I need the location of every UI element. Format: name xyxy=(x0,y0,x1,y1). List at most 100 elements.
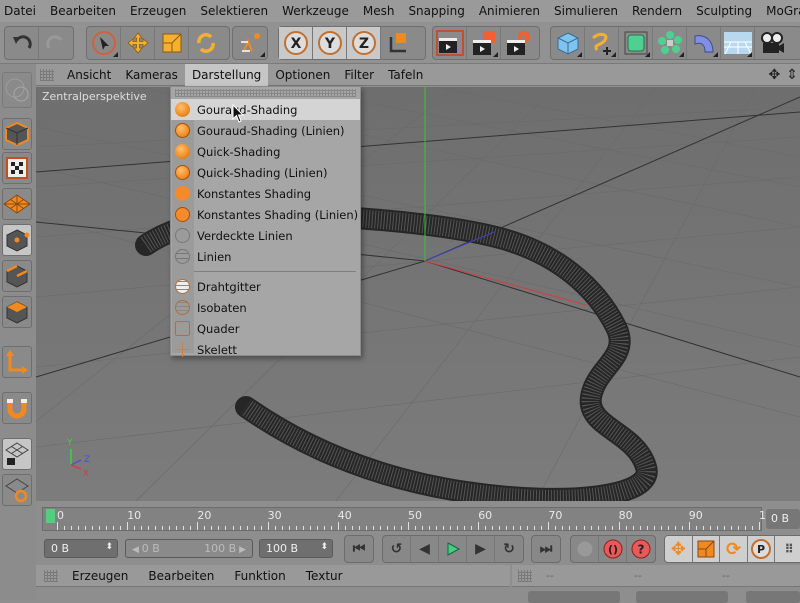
timeline-ruler[interactable]: 0102030405060708090100 xyxy=(42,507,780,531)
redo-button[interactable] xyxy=(39,27,73,59)
axis-mode-button[interactable] xyxy=(2,346,32,378)
material-menu-funktion[interactable]: Funktion xyxy=(224,569,295,583)
key-position-button[interactable]: ✥ xyxy=(665,536,693,562)
object-mode-button[interactable] xyxy=(2,118,32,150)
key-pla-button[interactable]: ⠿ xyxy=(775,536,800,562)
menu-erzeugen[interactable]: Erzeugen xyxy=(130,4,186,18)
3d-viewport[interactable]: Y Z X xyxy=(36,87,800,501)
spline-button[interactable] xyxy=(585,27,619,59)
key-rotation-button[interactable]: ⟳ xyxy=(720,536,748,562)
menu-item-quick-shading[interactable]: Quick-Shading xyxy=(171,141,360,162)
edges-mode-button[interactable] xyxy=(2,260,32,292)
end-frame-field[interactable]: 100 B ⬍ xyxy=(259,539,333,558)
menu-item-gouraud-shading-lines[interactable]: Gouraud-Shading (Linien) xyxy=(171,120,360,141)
viewport-move-icon[interactable]: ✥ xyxy=(769,67,781,83)
menu-item-quick-shading-lines[interactable]: Quick-Shading (Linien) xyxy=(171,162,360,183)
render-picture-viewer-button[interactable] xyxy=(467,27,501,59)
menu-werkzeuge[interactable]: Werkzeuge xyxy=(282,4,349,18)
model-mode-icon xyxy=(5,78,29,102)
menu-rendern[interactable]: Rendern xyxy=(632,4,682,18)
material-menu-textur[interactable]: Textur xyxy=(296,569,353,583)
menu-item-box[interactable]: Quader xyxy=(171,318,360,339)
menu-item-skeleton[interactable]: Skelett xyxy=(171,339,360,360)
drag-handle[interactable] xyxy=(518,569,532,582)
menu-item-lines[interactable]: Linien xyxy=(171,246,360,267)
viewport-zoom-icon[interactable]: ⇕ xyxy=(786,67,798,83)
move-tool-button[interactable] xyxy=(121,27,155,59)
menu-bearbeiten[interactable]: Bearbeiten xyxy=(50,4,116,18)
menu-mograph[interactable]: MoGraph xyxy=(766,4,800,18)
render-settings-button[interactable] xyxy=(501,27,535,59)
viewport-menu-optionen[interactable]: Optionen xyxy=(268,64,337,86)
menu-item-wireframe[interactable]: Drahtgitter xyxy=(171,276,360,297)
coord-h-rotation-field[interactable] xyxy=(746,591,800,603)
menu-item-isoparms[interactable]: Isobaten xyxy=(171,297,360,318)
menu-mesh[interactable]: Mesh xyxy=(363,4,395,18)
polygons-mode-button[interactable] xyxy=(2,296,32,328)
current-frame-field[interactable]: 0 B xyxy=(766,509,800,529)
preview-range-slider[interactable]: ◀ 0 B 100 B ▶ xyxy=(125,539,253,558)
drag-handle[interactable] xyxy=(40,68,54,81)
live-selection-button[interactable] xyxy=(233,27,267,59)
start-frame-field[interactable]: 0 B ⬍ xyxy=(44,539,118,558)
material-menu-bearbeiten[interactable]: Bearbeiten xyxy=(138,569,224,583)
menu-snapping[interactable]: Snapping xyxy=(408,4,464,18)
cloner-button[interactable] xyxy=(653,27,687,59)
prev-key-button[interactable]: ↺ xyxy=(383,536,411,562)
menu-item-hidden-line[interactable]: Verdeckte Linien xyxy=(171,225,360,246)
grid-sync-button[interactable] xyxy=(2,474,32,506)
record-keys-button[interactable] xyxy=(571,536,599,562)
history-group xyxy=(4,26,74,60)
dropdown-tearoff-handle[interactable] xyxy=(175,89,356,97)
menu-selektieren[interactable]: Selektieren xyxy=(200,4,268,18)
goto-start-button[interactable]: ⏮ xyxy=(345,536,373,562)
scale-tool-button[interactable] xyxy=(155,27,189,59)
z-axis-lock-button[interactable]: Z xyxy=(347,27,381,59)
grid-lock-button[interactable] xyxy=(2,438,32,470)
x-axis-lock-button[interactable]: X xyxy=(279,27,313,59)
menu-item-constant-shading[interactable]: Konstantes Shading xyxy=(171,183,360,204)
viewport-menu-darstellung[interactable]: Darstellung xyxy=(184,63,269,86)
viewport-menu-ansicht[interactable]: Ansicht xyxy=(60,64,118,86)
subdivision-button[interactable] xyxy=(619,27,653,59)
keyframe-selection-button[interactable]: ? xyxy=(627,536,655,562)
material-menu-erzeugen[interactable]: Erzeugen xyxy=(62,569,138,583)
floor-button[interactable] xyxy=(721,27,755,59)
timeline-minor-tick xyxy=(702,526,704,530)
next-key-button[interactable]: ↻ xyxy=(495,536,523,562)
key-parameter-button[interactable]: P xyxy=(748,536,776,562)
menu-datei[interactable]: Datei xyxy=(4,4,36,18)
next-frame-button[interactable]: ▶ xyxy=(467,536,495,562)
camera-button[interactable] xyxy=(755,27,789,59)
cube-button[interactable] xyxy=(551,27,585,59)
key-scale-button[interactable] xyxy=(693,536,721,562)
drag-handle[interactable] xyxy=(44,569,58,582)
menu-item-gouraud-shading[interactable]: Gouraud-Shading xyxy=(171,99,360,120)
coord-x-position-field[interactable] xyxy=(528,591,620,603)
goto-end-button[interactable]: ⏭ xyxy=(532,536,560,562)
menu-simulieren[interactable]: Simulieren xyxy=(554,4,618,18)
menu-animieren[interactable]: Animieren xyxy=(479,4,540,18)
undo-button[interactable] xyxy=(5,27,39,59)
viewport-menu-filter[interactable]: Filter xyxy=(337,64,381,86)
menu-sculpting[interactable]: Sculpting xyxy=(696,4,752,18)
playhead-marker[interactable] xyxy=(46,509,55,523)
rotate-tool-button[interactable] xyxy=(189,27,223,59)
magnet-button[interactable] xyxy=(2,392,32,424)
points-mode-button[interactable] xyxy=(2,224,32,256)
viewport-menu-kameras[interactable]: Kameras xyxy=(118,64,185,86)
coord-x-size-field[interactable] xyxy=(636,591,728,603)
texture-mode-button[interactable] xyxy=(2,152,32,184)
select-tool-button[interactable] xyxy=(87,27,121,59)
workplane-button[interactable] xyxy=(2,188,32,220)
model-mode-button[interactable] xyxy=(2,72,32,108)
bend-deformer-button[interactable] xyxy=(687,27,721,59)
menu-item-constant-shading-lines[interactable]: Konstantes Shading (Linien) xyxy=(171,204,360,225)
prev-frame-button[interactable]: ◀ xyxy=(411,536,439,562)
coordinate-system-button[interactable] xyxy=(381,27,415,59)
play-button[interactable] xyxy=(439,536,467,562)
viewport-menu-tafeln[interactable]: Tafeln xyxy=(381,64,430,86)
autokey-button[interactable]: () xyxy=(599,536,627,562)
y-axis-lock-button[interactable]: Y xyxy=(313,27,347,59)
render-view-button[interactable] xyxy=(433,27,467,59)
